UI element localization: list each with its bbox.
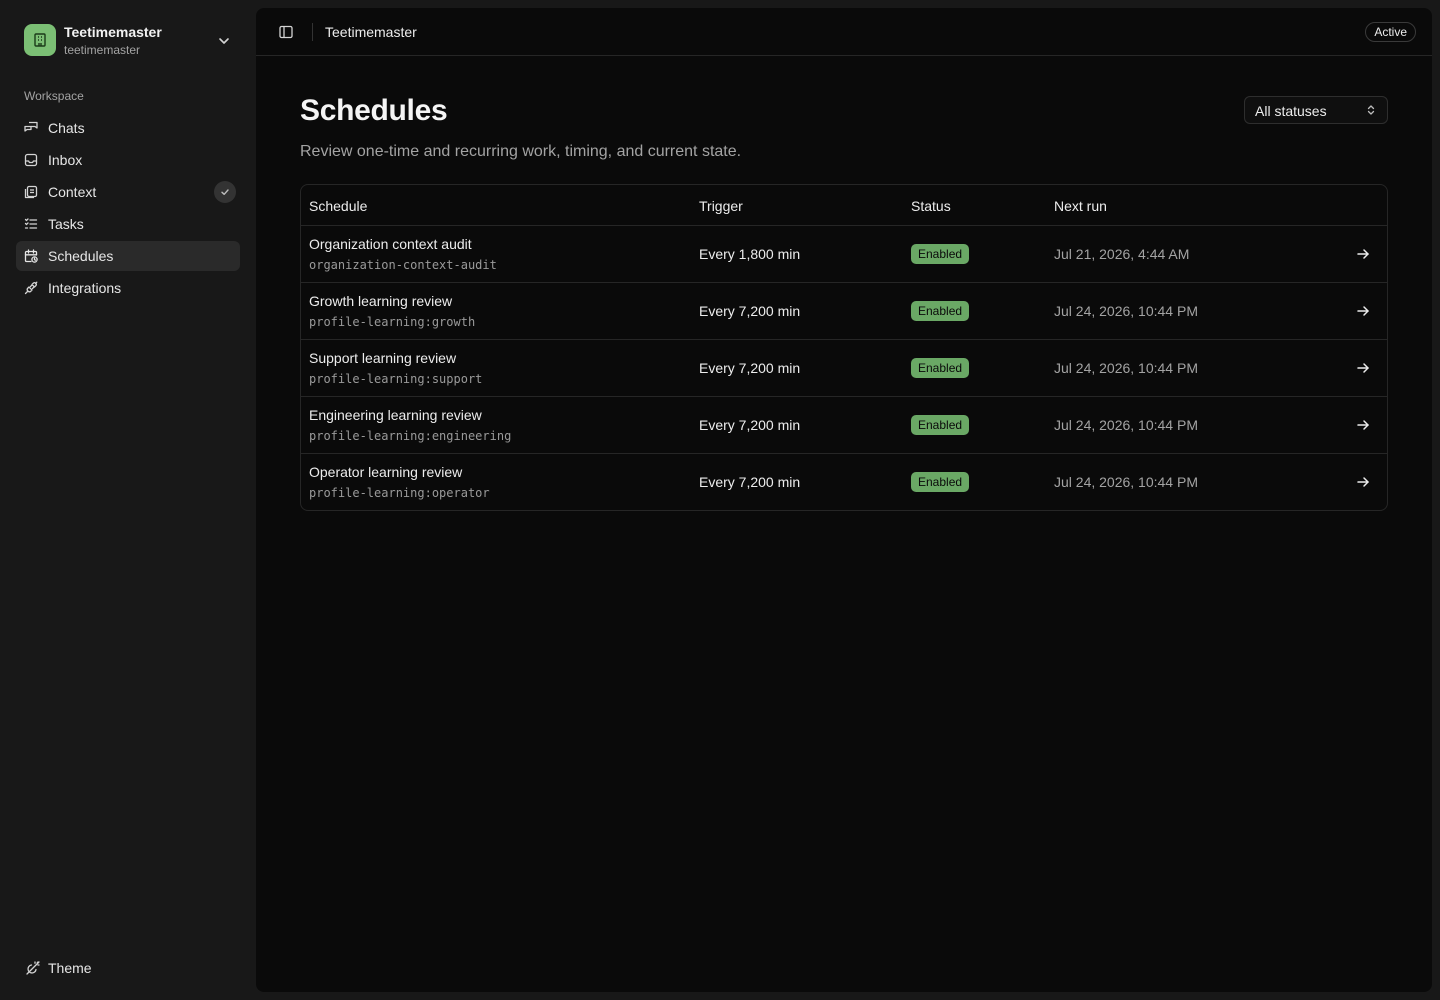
sidebar-item-chats[interactable]: Chats	[16, 113, 240, 143]
schedule-next-run: Jul 24, 2026, 10:44 PM	[1054, 303, 1198, 319]
org-switcher[interactable]: Teetimemaster teetimemaster	[16, 16, 240, 64]
schedule-name: Growth learning review	[309, 293, 453, 309]
calendar-clock-icon	[24, 249, 38, 263]
chevron-down-icon	[219, 38, 229, 44]
table-row[interactable]: Support learning review profile-learning…	[301, 340, 1387, 397]
sidebar-item-integrations[interactable]: Integrations	[16, 273, 240, 303]
column-header-schedule: Schedule	[309, 198, 368, 214]
workspace-section-label: Workspace	[24, 89, 84, 103]
schedule-trigger: Every 7,200 min	[699, 474, 801, 490]
status-filter-select[interactable]: All statuses	[1244, 96, 1388, 124]
tasks-icon	[24, 218, 38, 229]
schedule-slug: organization-context-audit	[309, 258, 497, 272]
schedule-next-run: Jul 21, 2026, 4:44 AM	[1054, 246, 1190, 262]
breadcrumb: Teetimemaster	[325, 24, 417, 40]
sidebar-item-label: Inbox	[48, 152, 83, 168]
schedule-slug: profile-learning:operator	[309, 486, 490, 500]
sidebar-item-label: Context	[48, 184, 97, 200]
main-panel: Teetimemaster Active Schedules Review on…	[256, 8, 1432, 992]
sidebar-item-inbox[interactable]: Inbox	[16, 145, 240, 175]
arrow-right-icon[interactable]	[1356, 361, 1370, 375]
sidebar-item-label: Integrations	[48, 280, 122, 296]
chats-icon	[24, 121, 38, 132]
arrow-right-icon[interactable]	[1356, 304, 1370, 318]
sidebar-toggle-icon[interactable]	[278, 24, 294, 40]
schedule-slug: profile-learning:growth	[309, 315, 476, 329]
status-badge: Enabled	[911, 472, 970, 492]
sidebar-item-label: Chats	[48, 120, 85, 136]
sidebar-item-context[interactable]: Context	[16, 177, 240, 207]
topbar-divider	[312, 23, 313, 41]
page-subtitle: Review one-time and recurring work, timi…	[300, 143, 742, 160]
table-header: Schedule Trigger Status Next run	[301, 185, 1387, 226]
page-title: Schedules	[300, 94, 448, 127]
schedule-next-run: Jul 24, 2026, 10:44 PM	[1054, 360, 1198, 376]
topbar: Teetimemaster Active	[256, 8, 1432, 56]
plug-icon	[24, 281, 38, 295]
schedule-name: Operator learning review	[309, 464, 463, 480]
sidebar: Teetimemaster teetimemaster Workspace Ch…	[0, 0, 256, 1000]
status-badge: Enabled	[911, 244, 970, 264]
table-row[interactable]: Operator learning review profile-learnin…	[301, 454, 1387, 510]
inbox-icon	[24, 153, 38, 167]
arrow-right-icon[interactable]	[1356, 418, 1370, 432]
status-badge: Enabled	[911, 358, 970, 378]
status-badge: Enabled	[911, 301, 970, 321]
schedule-name: Engineering learning review	[309, 407, 482, 423]
theme-icon	[26, 961, 40, 975]
status-filter-value: All statuses	[1255, 103, 1327, 119]
schedule-name: Organization context audit	[309, 236, 472, 252]
column-header-trigger: Trigger	[699, 198, 743, 214]
table-row[interactable]: Engineering learning review profile-lear…	[301, 397, 1387, 454]
arrow-right-icon[interactable]	[1356, 475, 1370, 489]
theme-label: Theme	[48, 960, 92, 976]
sidebar-item-schedules[interactable]: Schedules	[16, 241, 240, 271]
status-badge: Active	[1365, 22, 1416, 42]
schedule-trigger: Every 7,200 min	[699, 360, 801, 376]
org-slug: teetimemaster	[64, 43, 141, 57]
schedule-name: Support learning review	[309, 350, 457, 366]
arrow-right-icon[interactable]	[1356, 247, 1370, 261]
status-badge: Enabled	[911, 415, 970, 435]
org-name: Teetimemaster	[64, 24, 162, 40]
theme-toggle-button[interactable]: Theme	[16, 954, 240, 982]
schedule-next-run: Jul 24, 2026, 10:44 PM	[1054, 417, 1198, 433]
check-icon	[214, 181, 236, 203]
column-header-next-run: Next run	[1054, 198, 1107, 214]
table-row[interactable]: Organization context audit organization-…	[301, 226, 1387, 283]
sidebar-item-label: Schedules	[48, 248, 114, 264]
chevrons-up-down-icon	[1367, 105, 1375, 115]
column-header-status: Status	[911, 198, 951, 214]
schedule-trigger: Every 7,200 min	[699, 303, 801, 319]
building-icon	[24, 24, 56, 56]
sidebar-item-tasks[interactable]: Tasks	[16, 209, 240, 239]
schedule-slug: profile-learning:engineering	[309, 429, 512, 443]
schedule-next-run: Jul 24, 2026, 10:44 PM	[1054, 474, 1198, 490]
schedule-slug: profile-learning:support	[309, 372, 483, 386]
table-row[interactable]: Growth learning review profile-learning:…	[301, 283, 1387, 340]
context-icon	[24, 185, 38, 199]
sidebar-item-label: Tasks	[48, 216, 84, 232]
schedule-trigger: Every 1,800 min	[699, 246, 801, 262]
schedule-trigger: Every 7,200 min	[699, 417, 801, 433]
schedules-table: Schedule Trigger Status Next run Organiz…	[300, 184, 1388, 511]
